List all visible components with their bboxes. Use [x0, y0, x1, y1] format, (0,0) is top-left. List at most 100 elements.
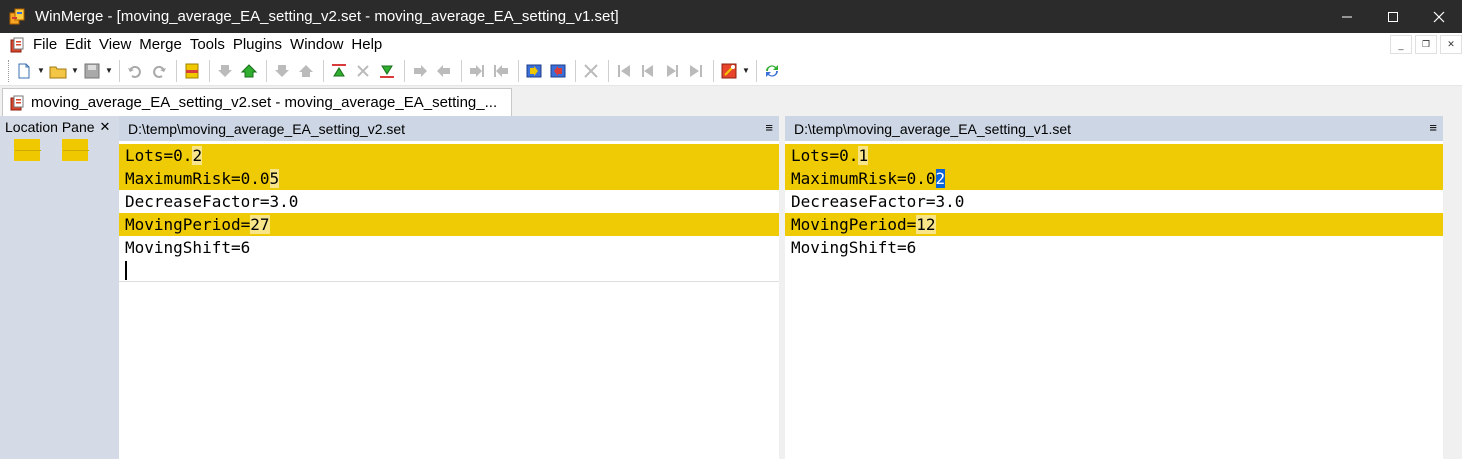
menu-edit[interactable]: Edit — [65, 36, 98, 53]
menu-help[interactable]: Help — [351, 36, 389, 53]
minimize-button[interactable] — [1324, 0, 1370, 33]
code-line[interactable]: Lots=0.1 — [785, 144, 1443, 167]
pane-menu-icon[interactable]: ≡ — [765, 120, 773, 135]
copy-right-icon[interactable] — [409, 60, 431, 82]
right-code-view[interactable]: Lots=0.1 MaximumRisk=0.02 DecreaseFactor… — [785, 144, 1443, 259]
toolbar: ▼ ▼ ▼ ▼ — [0, 56, 1462, 86]
location-map-left-column — [7, 139, 47, 459]
location-diff-marker — [14, 139, 41, 161]
menu-merge[interactable]: Merge — [139, 36, 189, 53]
current-line[interactable] — [119, 259, 779, 282]
toolbar-separator — [461, 59, 462, 82]
right-pane-header: D:\temp\moving_average_EA_setting_v1.set… — [785, 116, 1443, 141]
title-bar: WinMerge - [moving_average_EA_setting_v2… — [0, 0, 1462, 33]
toolbar-separator — [756, 59, 757, 82]
menu-bar: File Edit View Merge Tools Plugins Windo… — [0, 33, 1462, 56]
toolbar-grip[interactable] — [8, 59, 10, 82]
right-file-path: D:\temp\moving_average_EA_setting_v1.set — [794, 120, 1072, 137]
vertical-scrollbar[interactable] — [1443, 116, 1462, 459]
save-icon[interactable] — [81, 60, 103, 82]
menu-file[interactable]: File — [33, 36, 64, 53]
location-diff-marker — [62, 139, 89, 161]
menu-window[interactable]: Window — [290, 36, 350, 53]
toolbar-separator — [404, 59, 405, 82]
maximize-button[interactable] — [1370, 0, 1416, 33]
chevron-down-icon[interactable]: ▼ — [71, 60, 79, 82]
mdi-controls: _ ❐ ✕ — [1387, 33, 1462, 56]
location-pane-header: Location Pane ✕ — [5, 118, 115, 136]
copy-right-advance-icon[interactable] — [466, 60, 488, 82]
chevron-down-icon[interactable]: ▼ — [105, 60, 113, 82]
location-map[interactable] — [7, 139, 114, 459]
open-icon[interactable] — [47, 60, 69, 82]
left-code-view[interactable]: Lots=0.2 MaximumRisk=0.05 DecreaseFactor… — [119, 144, 779, 282]
document-tab[interactable]: moving_average_EA_setting_v2.set - movin… — [2, 88, 512, 116]
toolbar-separator — [119, 59, 120, 82]
code-line[interactable]: MaximumRisk=0.02 — [785, 167, 1443, 190]
options-icon[interactable] — [718, 60, 740, 82]
mdi-close-button[interactable]: ✕ — [1440, 35, 1462, 54]
next-diff-icon[interactable] — [214, 60, 236, 82]
location-map-right-column — [55, 139, 95, 459]
all-left-icon[interactable] — [547, 60, 569, 82]
merge-icon[interactable] — [580, 60, 602, 82]
window-controls — [1324, 0, 1462, 33]
window-title: WinMerge - [moving_average_EA_setting_v2… — [35, 8, 619, 25]
code-line[interactable]: MovingPeriod=27 — [119, 213, 779, 236]
copy-left-icon[interactable] — [433, 60, 455, 82]
copy-left-advance-icon[interactable] — [490, 60, 512, 82]
toolbar-separator — [323, 59, 324, 82]
mdi-minimize-button[interactable]: _ — [1390, 35, 1412, 54]
document-icon — [9, 95, 25, 111]
left-file-path: D:\temp\moving_average_EA_setting_v2.set — [128, 120, 406, 137]
chevron-down-icon[interactable]: ▼ — [37, 60, 45, 82]
toolbar-separator — [608, 59, 609, 82]
toolbar-separator — [209, 59, 210, 82]
code-line[interactable]: DecreaseFactor=3.0 — [119, 190, 779, 213]
document-tab-label: moving_average_EA_setting_v2.set - movin… — [31, 94, 498, 111]
left-pane-header: D:\temp\moving_average_EA_setting_v2.set… — [119, 116, 779, 141]
location-pane: Location Pane ✕ — [0, 116, 119, 459]
prev-diff-icon[interactable] — [238, 60, 260, 82]
left-diff-pane[interactable]: D:\temp\moving_average_EA_setting_v2.set… — [119, 116, 779, 459]
pane-menu-icon[interactable]: ≡ — [1429, 120, 1437, 135]
last-diff-icon[interactable] — [376, 60, 398, 82]
menu-view[interactable]: View — [99, 36, 138, 53]
code-line[interactable]: MovingShift=6 — [119, 236, 779, 259]
toolbar-separator — [266, 59, 267, 82]
toolbar-separator — [713, 59, 714, 82]
chevron-down-icon[interactable]: ▼ — [742, 60, 750, 82]
code-line[interactable]: MovingShift=6 — [785, 236, 1443, 259]
code-line[interactable]: DecreaseFactor=3.0 — [785, 190, 1443, 213]
document-tab-strip: moving_average_EA_setting_v2.set - movin… — [0, 86, 1462, 116]
first-file-icon[interactable] — [613, 60, 635, 82]
all-right-icon[interactable] — [523, 60, 545, 82]
close-button[interactable] — [1416, 0, 1462, 33]
current-diff-icon[interactable] — [352, 60, 374, 82]
menu-plugins[interactable]: Plugins — [233, 36, 289, 53]
prev-file-icon[interactable] — [637, 60, 659, 82]
mdi-restore-button[interactable]: ❐ — [1415, 35, 1437, 54]
code-line[interactable]: MaximumRisk=0.05 — [119, 167, 779, 190]
next-file-icon[interactable] — [661, 60, 683, 82]
next-conflict-icon[interactable] — [271, 60, 293, 82]
new-icon[interactable] — [13, 60, 35, 82]
diff-marker-icon[interactable] — [181, 60, 203, 82]
undo-icon[interactable] — [124, 60, 146, 82]
redo-icon[interactable] — [148, 60, 170, 82]
toolbar-separator — [575, 59, 576, 82]
right-diff-pane[interactable]: D:\temp\moving_average_EA_setting_v1.set… — [785, 116, 1443, 459]
last-file-icon[interactable] — [685, 60, 707, 82]
close-icon[interactable]: ✕ — [100, 119, 111, 135]
first-diff-icon[interactable] — [328, 60, 350, 82]
text-caret — [125, 261, 127, 280]
document-icon[interactable] — [9, 37, 25, 53]
toolbar-separator — [518, 59, 519, 82]
code-line[interactable]: Lots=0.2 — [119, 144, 779, 167]
refresh-icon[interactable] — [761, 60, 783, 82]
prev-conflict-icon[interactable] — [295, 60, 317, 82]
winmerge-logo-icon — [9, 8, 27, 26]
code-line[interactable]: MovingPeriod=12 — [785, 213, 1443, 236]
toolbar-separator — [176, 59, 177, 82]
menu-tools[interactable]: Tools — [190, 36, 232, 53]
